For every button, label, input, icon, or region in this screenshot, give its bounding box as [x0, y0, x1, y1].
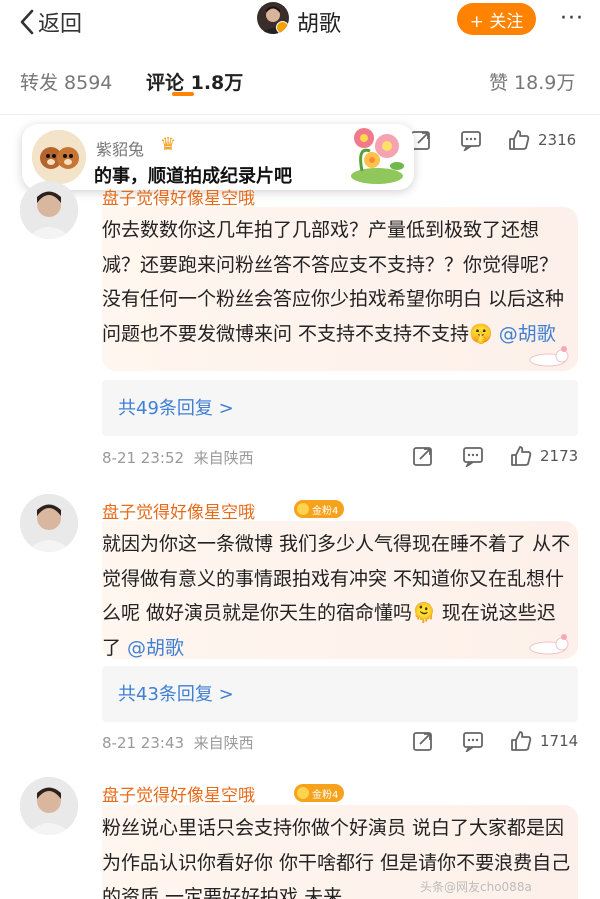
user-name[interactable]: 胡歌 [297, 6, 341, 38]
emoji-icon: 🫠 [412, 602, 436, 624]
tab-comments[interactable]: 评论 1.8万 [146, 68, 243, 95]
active-tab-indicator [172, 92, 194, 96]
crown-icon: ♛ [160, 134, 177, 155]
watermark: 头条@网友cho088a [420, 880, 532, 894]
fan-badge: 金粉4 [294, 500, 345, 518]
mention-link[interactable]: @胡歌 [499, 323, 556, 345]
comment-icon[interactable] [462, 730, 484, 752]
comment-icon[interactable] [460, 129, 482, 151]
tab-repost[interactable]: 转发 8594 [20, 68, 112, 95]
divider [0, 114, 600, 115]
follow-button[interactable]: + 关注 [457, 3, 536, 35]
like-icon[interactable] [510, 445, 532, 467]
comment-text: 就因为你这一条微博 我们多少人气得现在睡不着了 从不觉得做有意义的事情跟拍戏有冲… [102, 533, 571, 659]
commenter-name[interactable]: 盘子觉得好像星空哦 [102, 184, 255, 209]
back-label: 返回 [38, 12, 83, 37]
commenter-avatar[interactable] [20, 777, 78, 835]
replies-label[interactable]: 共49条回复 > [118, 394, 234, 420]
comment-text: 你去数数你这几年拍了几部戏？产量低到极致了还想减？还要跑来问粉丝答不答应支不支持… [102, 219, 565, 345]
comment-icon[interactable] [462, 445, 484, 467]
popup-username[interactable]: 紫貂兔 [96, 136, 144, 160]
shush-emoji-icon: 🤫 [469, 322, 493, 345]
back-button[interactable]: 返回 [18, 6, 82, 38]
comment-actions: 2316 [410, 127, 576, 153]
flower-sticker-icon [351, 128, 404, 184]
comment-time: 8-21 23:52 来自陕西 [102, 449, 254, 467]
fan-badge: 金粉4 [294, 784, 345, 802]
commenter-avatar[interactable] [20, 494, 78, 552]
popup-avatar [32, 130, 86, 184]
mention-link[interactable]: @胡歌 [127, 637, 184, 659]
like-icon[interactable] [508, 129, 530, 151]
commenter-avatar[interactable] [20, 181, 78, 239]
chevron-left-icon [20, 9, 34, 35]
tab-bar: 转发 8594 评论 1.8万 赞 18.9万 [0, 56, 600, 106]
cat-decoration-icon [529, 634, 569, 655]
like-count: 2173 [540, 447, 579, 465]
comment-bubble: 你去数数你这几年拍了几部戏？产量低到极致了还想减？还要跑来问粉丝答不答应支不支持… [102, 207, 578, 371]
top-nav: 返回 胡歌 + 关注 ··· [0, 0, 600, 40]
commenter-name[interactable]: 盘子觉得好像星空哦 [102, 498, 255, 523]
user-avatar[interactable] [257, 2, 289, 34]
replies-summary[interactable]: 共49条回复 > [102, 380, 578, 436]
cat-decoration-icon [529, 346, 569, 367]
commenter-name[interactable]: 盘子觉得好像星空哦 [102, 781, 255, 806]
verified-icon [276, 21, 289, 34]
floating-comment-popup[interactable]: 紫貂兔 ♛ 的事，顺道拍成纪录片吧 [22, 124, 414, 190]
comment-actions: 1714 [412, 728, 578, 754]
like-icon[interactable] [510, 730, 532, 752]
like-count: 2316 [538, 131, 577, 149]
share-icon[interactable] [412, 730, 434, 752]
comment-actions: 2173 [412, 443, 578, 469]
like-count: 1714 [540, 732, 579, 750]
more-icon[interactable]: ··· [560, 6, 584, 31]
comment-time: 8-21 23:43 来自陕西 [102, 734, 254, 752]
comment-bubble: 就因为你这一条微博 我们多少人气得现在睡不着了 从不觉得做有意义的事情跟拍戏有冲… [102, 521, 578, 659]
replies-label[interactable]: 共43条回复 > [118, 680, 234, 706]
tab-likes[interactable]: 赞 18.9万 [489, 68, 575, 95]
share-icon[interactable] [412, 445, 434, 467]
replies-summary[interactable]: 共43条回复 > [102, 666, 578, 722]
